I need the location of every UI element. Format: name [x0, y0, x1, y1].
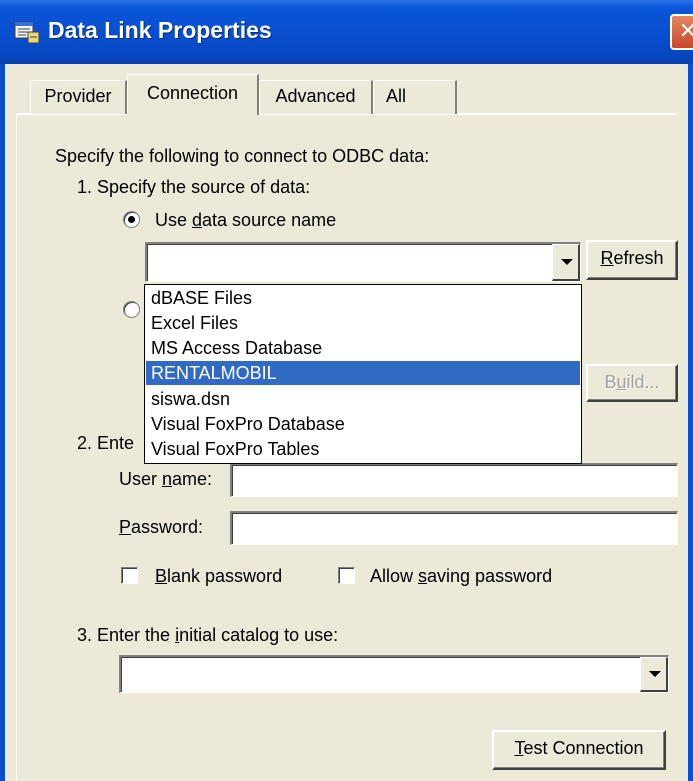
tab-advanced-label: Advanced — [275, 86, 356, 106]
allow-saving-password-checkbox[interactable] — [338, 567, 355, 584]
tab-advanced[interactable]: Advanced — [259, 80, 373, 114]
dsn-option[interactable]: MS Access Database — [146, 336, 580, 360]
tab-connection-label: Connection — [146, 83, 239, 103]
password-input[interactable] — [230, 511, 678, 545]
blank-password-checkbox[interactable] — [121, 567, 138, 584]
dsn-option[interactable]: Visual FoxPro Database — [146, 412, 580, 436]
blank-password-label[interactable]: Blank password — [155, 566, 282, 587]
tab-provider-label: Provider — [44, 86, 112, 106]
tab-connection[interactable]: Connection — [127, 74, 259, 115]
dsn-option-selected[interactable]: RENTALMOBIL — [146, 361, 580, 385]
build-button[interactable]: Build... — [586, 364, 678, 402]
test-connection-button[interactable]: Test Connection — [492, 730, 666, 770]
dsn-option[interactable]: siswa.dsn — [146, 387, 580, 411]
dsn-dropdown-button[interactable] — [552, 244, 580, 281]
catalog-dropdown-button[interactable] — [640, 657, 668, 692]
close-icon: ✕ — [678, 18, 693, 43]
close-button[interactable]: ✕ — [670, 14, 693, 50]
refresh-button[interactable]: Refresh — [586, 240, 678, 280]
use-dsn-radio[interactable] — [123, 211, 140, 228]
use-connection-string-radio[interactable] — [123, 301, 140, 318]
initial-catalog-combobox[interactable] — [119, 655, 669, 693]
intro-text: Specify the following to connect to ODBC… — [55, 146, 430, 166]
dsn-option[interactable]: Excel Files — [146, 311, 580, 335]
user-name-label: User name: — [119, 469, 213, 489]
window-title: Data Link Properties — [48, 17, 272, 43]
step2-heading: 2. Ente — [77, 433, 135, 453]
tab-all[interactable]: All — [373, 80, 457, 114]
chevron-down-icon — [561, 259, 573, 265]
data-link-icon — [14, 21, 40, 44]
step1-heading: 1. Specify the source of data: — [77, 177, 311, 197]
dsn-option[interactable]: dBASE Files — [146, 286, 580, 310]
window-frame-left — [0, 64, 5, 781]
step3-heading: 3. Enter the initial catalog to use: — [77, 625, 339, 645]
radio-dot — [128, 216, 135, 223]
chevron-down-icon — [649, 671, 661, 677]
use-dsn-label[interactable]: Use data source name — [155, 210, 336, 231]
title-bar[interactable]: Data Link Properties ✕ — [0, 0, 693, 64]
dsn-combobox[interactable] — [145, 242, 581, 282]
tab-provider[interactable]: Provider — [30, 80, 127, 114]
user-name-input[interactable] — [230, 463, 678, 497]
allow-saving-password-label[interactable]: Allow saving password — [370, 566, 552, 587]
password-label: Password: — [119, 517, 204, 537]
dsn-dropdown-list[interactable]: dBASE Files Excel Files MS Access Databa… — [144, 284, 582, 464]
dsn-option[interactable]: Visual FoxPro Tables — [146, 437, 580, 461]
tab-all-label: All — [386, 86, 407, 106]
window-frame-right — [688, 64, 693, 781]
